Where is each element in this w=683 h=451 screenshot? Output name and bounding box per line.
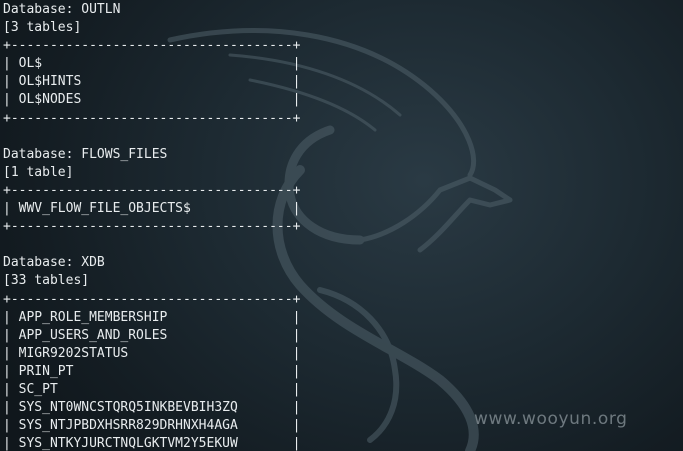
- terminal-line: | OL$NODES |: [3, 92, 301, 108]
- terminal-line: Database: OUTLN: [3, 2, 121, 17]
- terminal-line: +------------------------------------+: [3, 291, 301, 307]
- watermark-text: www.wooyun.org: [474, 409, 628, 429]
- terminal-line: | SYS_NTKYJURCTNQLGKTVM2Y5EKUW |: [3, 436, 301, 451]
- terminal-line: | WWV_FLOW_FILE_OBJECTS$ |: [3, 201, 301, 217]
- terminal-line: | PRIN_PT |: [3, 363, 301, 379]
- terminal-line: +------------------------------------+: [3, 182, 301, 198]
- terminal-line: | MIGR9202STATUS |: [3, 345, 301, 361]
- terminal-line: | OL$ |: [3, 56, 301, 72]
- terminal-line: [3 tables]: [3, 20, 82, 36]
- terminal-line: +------------------------------------+: [3, 110, 301, 126]
- terminal-output: Database: OUTLN [3 tables] +--------------…: [3, 1, 679, 451]
- terminal-line: [1 table]: [3, 164, 74, 180]
- terminal-line: | APP_USERS_AND_ROLES |: [3, 327, 301, 343]
- terminal-line: | SC_PT |: [3, 381, 301, 397]
- terminal-line: [33 tables]: [3, 273, 90, 289]
- terminal-line: | OL$HINTS |: [3, 74, 301, 90]
- terminal-line: | APP_ROLE_MEMBERSHIP |: [3, 309, 301, 325]
- terminal-line: +------------------------------------+: [3, 219, 301, 235]
- terminal-line: Database: FLOWS_FILES: [3, 146, 168, 162]
- terminal-line: +------------------------------------+: [3, 38, 301, 54]
- terminal-line: Database: XDB: [3, 255, 105, 271]
